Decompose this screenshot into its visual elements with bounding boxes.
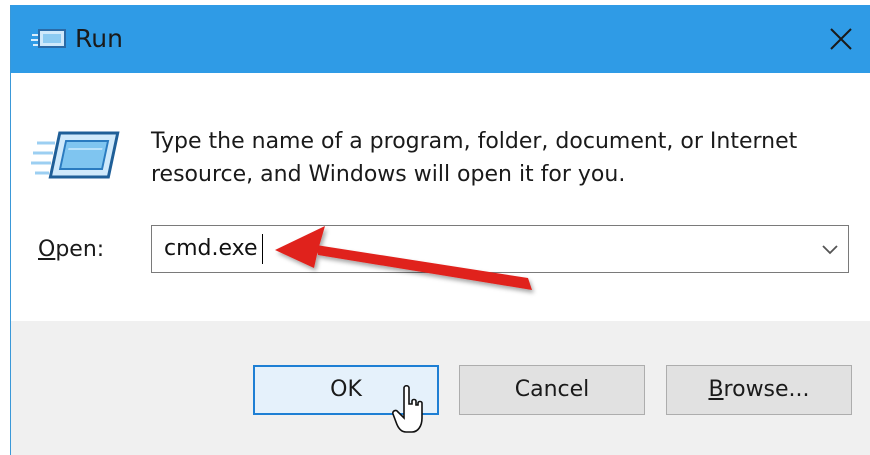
close-button[interactable] — [811, 5, 870, 73]
window-title: Run — [75, 24, 123, 53]
browse-label: rowse... — [723, 377, 810, 402]
dialog-body: Type the name of a program, folder, docu… — [11, 73, 870, 321]
mouse-pointer-icon — [392, 384, 426, 436]
open-label-accelerator: O — [38, 237, 56, 262]
browse-button[interactable]: Browse... — [666, 365, 852, 415]
title-bar[interactable]: Run — [11, 5, 870, 73]
run-dialog: Run Type the name of a program, folder, … — [10, 5, 870, 455]
text-caret — [262, 234, 263, 264]
cancel-button[interactable]: Cancel — [459, 365, 645, 415]
open-label: Open: — [38, 237, 104, 262]
browse-accelerator: B — [708, 377, 724, 402]
run-app-icon — [31, 27, 67, 51]
open-combobox[interactable]: cmd.exe — [151, 225, 849, 273]
dialog-description: Type the name of a program, folder, docu… — [151, 129, 798, 187]
run-program-icon — [31, 127, 131, 187]
chevron-down-icon[interactable] — [820, 241, 840, 260]
close-icon — [830, 28, 852, 50]
open-label-text: pen: — [55, 237, 105, 262]
button-bar: OK Cancel Browse... — [11, 321, 870, 455]
open-input[interactable]: cmd.exe — [164, 236, 258, 261]
